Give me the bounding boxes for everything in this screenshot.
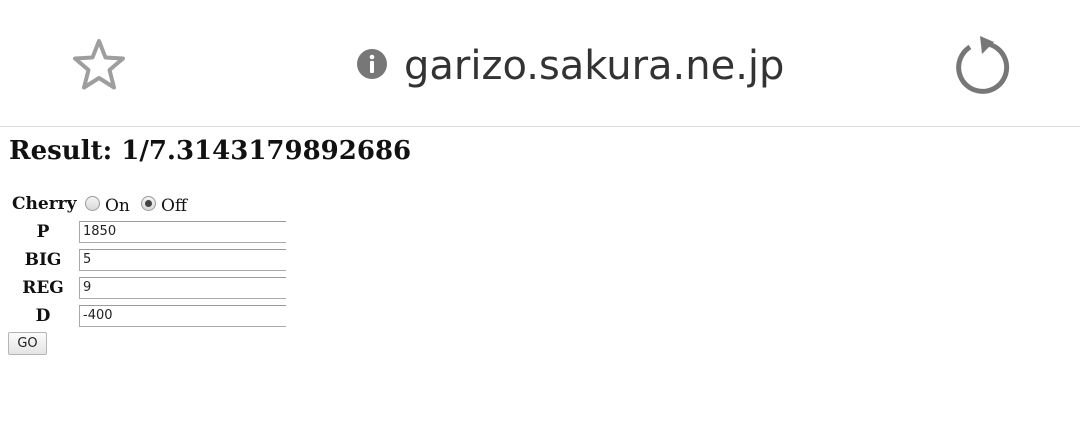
- p-field[interactable]: 1850: [79, 221, 286, 243]
- big-field[interactable]: 5: [79, 249, 286, 271]
- site-info-icon[interactable]: [356, 48, 388, 80]
- result-heading: Result: 1/7.3143179892686: [9, 136, 412, 166]
- cherry-on-label: On: [105, 196, 130, 216]
- reg-label: REG: [22, 278, 64, 298]
- url-bar[interactable]: garizo.sakura.ne.jp: [404, 38, 784, 94]
- reg-field[interactable]: 9: [79, 277, 286, 299]
- d-field[interactable]: -400: [79, 305, 286, 327]
- reload-icon[interactable]: [950, 34, 1012, 96]
- go-button[interactable]: GO: [8, 332, 47, 355]
- cherry-off-label: Off: [161, 196, 188, 216]
- cherry-label: Cherry: [12, 194, 77, 214]
- bookmark-star-icon[interactable]: [70, 36, 128, 94]
- page-content: Result: 1/7.3143179892686 Cherry On Off …: [0, 127, 1080, 439]
- browser-toolbar: garizo.sakura.ne.jp: [0, 0, 1080, 127]
- cherry-off-radio[interactable]: [141, 196, 156, 211]
- cherry-on-radio[interactable]: [85, 196, 100, 211]
- d-label: D: [35, 306, 51, 326]
- p-label: P: [36, 222, 50, 242]
- big-label: BIG: [24, 250, 62, 270]
